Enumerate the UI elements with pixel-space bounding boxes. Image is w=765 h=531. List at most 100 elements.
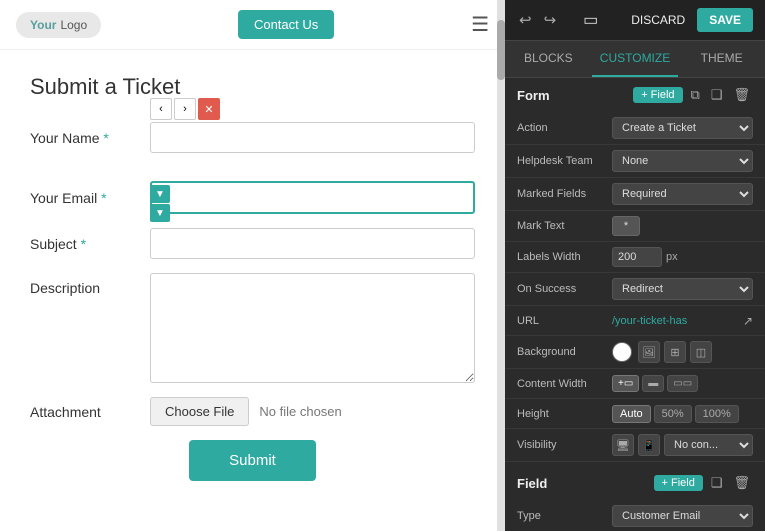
background-value: 🖼 ⊞ ◫ [612, 341, 753, 363]
delete-field-button[interactable]: 🗑 [730, 474, 753, 492]
content-width-label: Content Width [517, 378, 612, 390]
on-success-select[interactable]: Redirect Show Message [612, 278, 753, 300]
helpdesk-row: Helpdesk Team None Team 1 [505, 145, 765, 178]
action-select[interactable]: Create a Ticket Send Email [612, 117, 753, 139]
ctrl-btns-name: ‹ › ✕ [150, 98, 220, 120]
redo-button[interactable]: ↪ [542, 9, 559, 31]
cw-small-btn[interactable]: ▭▭ [667, 375, 698, 392]
labels-width-value: px [612, 247, 753, 267]
clone-field-button[interactable]: ❑ [708, 474, 726, 492]
your-email-input[interactable] [150, 181, 475, 214]
visibility-controls: 🖥 📱 No con... Condition [612, 434, 753, 456]
height-value: Auto 50% 100% [612, 405, 753, 423]
form-area: Submit a Ticket Your Name * ‹ › ✕ Your E… [0, 50, 505, 505]
bg-color-picker[interactable] [612, 342, 632, 362]
bg-icons: 🖼 ⊞ ◫ [638, 341, 712, 363]
action-row: Action Create a Ticket Send Email [505, 112, 765, 145]
vis-condition-select[interactable]: No con... Condition [664, 434, 753, 456]
hamburger-icon[interactable]: ☰ [471, 12, 489, 37]
description-textarea[interactable] [150, 273, 475, 383]
name-field-controls: ‹ › ✕ [150, 122, 475, 153]
helpdesk-select[interactable]: None Team 1 [612, 150, 753, 172]
content-width-row: Content Width +▭ ▬ ▭▭ [505, 369, 765, 399]
url-text: /your-ticket-has [612, 315, 739, 327]
add-field-button[interactable]: + Field [633, 87, 682, 103]
mark-text-value [612, 216, 753, 236]
your-name-input[interactable] [150, 122, 475, 153]
down-arrow-2[interactable]: ▼ [150, 204, 170, 222]
choose-file-button[interactable]: Choose File [150, 397, 249, 426]
labels-width-input[interactable] [612, 247, 662, 267]
external-link-icon[interactable]: ↗ [743, 314, 753, 328]
visibility-label: Visibility [517, 439, 612, 451]
mark-text-input[interactable] [612, 216, 640, 236]
bg-gradient-icon[interactable]: ◫ [690, 341, 712, 363]
copy-form-button[interactable]: ⧉ [688, 86, 703, 104]
vis-desktop-btn[interactable]: 🖥 [612, 434, 634, 456]
your-email-label: Your Email * [30, 190, 150, 206]
form-section-header: Form + Field ⧉ ❑ 🗑 [505, 78, 765, 112]
url-value: /your-ticket-has ↗ [612, 314, 753, 328]
marked-fields-select[interactable]: Required Optional [612, 183, 753, 205]
attachment-row: Attachment Choose File No file chosen [30, 397, 475, 426]
no-file-text: No file chosen [259, 404, 341, 419]
right-content: Form + Field ⧉ ❑ 🗑 Action Create a Ticke… [505, 78, 765, 531]
height-50-btn[interactable]: 50% [654, 405, 692, 423]
your-name-row: Your Name * ‹ › ✕ [30, 122, 475, 153]
helpdesk-value: None Team 1 [612, 150, 753, 172]
navbar: Your Logo Contact Us ☰ [0, 0, 505, 50]
form-section-actions: + Field ⧉ ❑ 🗑 [633, 86, 753, 104]
subject-label: Subject * [30, 236, 150, 252]
your-email-row: Your Email * ▼ ▼ [30, 181, 475, 214]
mark-text-label: Mark Text [517, 220, 612, 232]
marked-fields-label: Marked Fields [517, 188, 612, 200]
action-label: Action [517, 122, 612, 134]
left-scrollbar[interactable] [497, 0, 505, 531]
content-width-btns: +▭ ▬ ▭▭ [612, 375, 753, 392]
on-success-row: On Success Redirect Show Message [505, 273, 765, 306]
your-name-label: Your Name * [30, 130, 150, 146]
tab-blocks[interactable]: BLOCKS [505, 41, 592, 77]
delete-field-btn[interactable]: ✕ [198, 98, 220, 120]
right-panel: ↩ ↪ ▭ DISCARD SAVE BLOCKS CUSTOMIZE THEM… [505, 0, 765, 531]
field-section-actions: + Field ❑ 🗑 [654, 474, 754, 492]
attachment-label: Attachment [30, 404, 150, 420]
prev-field-btn[interactable]: ‹ [150, 98, 172, 120]
add-field-btn-2[interactable]: + Field [654, 475, 703, 491]
field-section-title: Field [517, 476, 547, 491]
bg-grid-icon[interactable]: ⊞ [664, 341, 686, 363]
height-100-btn[interactable]: 100% [695, 405, 739, 423]
mark-text-row: Mark Text [505, 211, 765, 242]
toolbar-icons: ↩ ↪ [517, 9, 558, 31]
contact-us-button[interactable]: Contact Us [238, 10, 334, 39]
labels-width-row: Labels Width px [505, 242, 765, 273]
discard-button[interactable]: DISCARD [623, 9, 693, 31]
tab-customize[interactable]: CUSTOMIZE [592, 41, 679, 77]
next-field-btn[interactable]: › [174, 98, 196, 120]
field-section-header: Field + Field ❑ 🗑 [505, 466, 765, 500]
marked-fields-row: Marked Fields Required Optional [505, 178, 765, 211]
top-toolbar: ↩ ↪ ▭ DISCARD SAVE [505, 0, 765, 41]
down-arrow-1[interactable]: ▼ [150, 185, 170, 203]
submit-row: Submit [30, 440, 475, 481]
cw-medium-btn[interactable]: ▬ [642, 375, 664, 392]
device-toggle-button[interactable]: ▭ [581, 8, 600, 32]
helpdesk-label: Helpdesk Team [517, 155, 612, 167]
content-width-value: +▭ ▬ ▭▭ [612, 375, 753, 392]
undo-button[interactable]: ↩ [517, 9, 534, 31]
tab-theme[interactable]: THEME [678, 41, 765, 77]
cw-full-btn[interactable]: +▭ [612, 375, 639, 392]
vis-mobile-btn[interactable]: 📱 [638, 434, 660, 456]
delete-form-button[interactable]: 🗑 [730, 86, 753, 104]
form-title: Submit a Ticket [30, 74, 475, 100]
left-panel: Your Logo Contact Us ☰ Submit a Ticket Y… [0, 0, 505, 531]
email-field-controls: ▼ ▼ [150, 181, 475, 214]
field-type-select[interactable]: Customer Email Text Email [612, 505, 753, 527]
height-auto-btn[interactable]: Auto [612, 405, 651, 423]
submit-button[interactable]: Submit [189, 440, 316, 481]
logo-your: Your [30, 18, 56, 32]
clone-form-button[interactable]: ❑ [708, 86, 726, 104]
subject-input[interactable] [150, 228, 475, 259]
save-button[interactable]: SAVE [697, 8, 753, 32]
bg-image-icon[interactable]: 🖼 [638, 341, 660, 363]
